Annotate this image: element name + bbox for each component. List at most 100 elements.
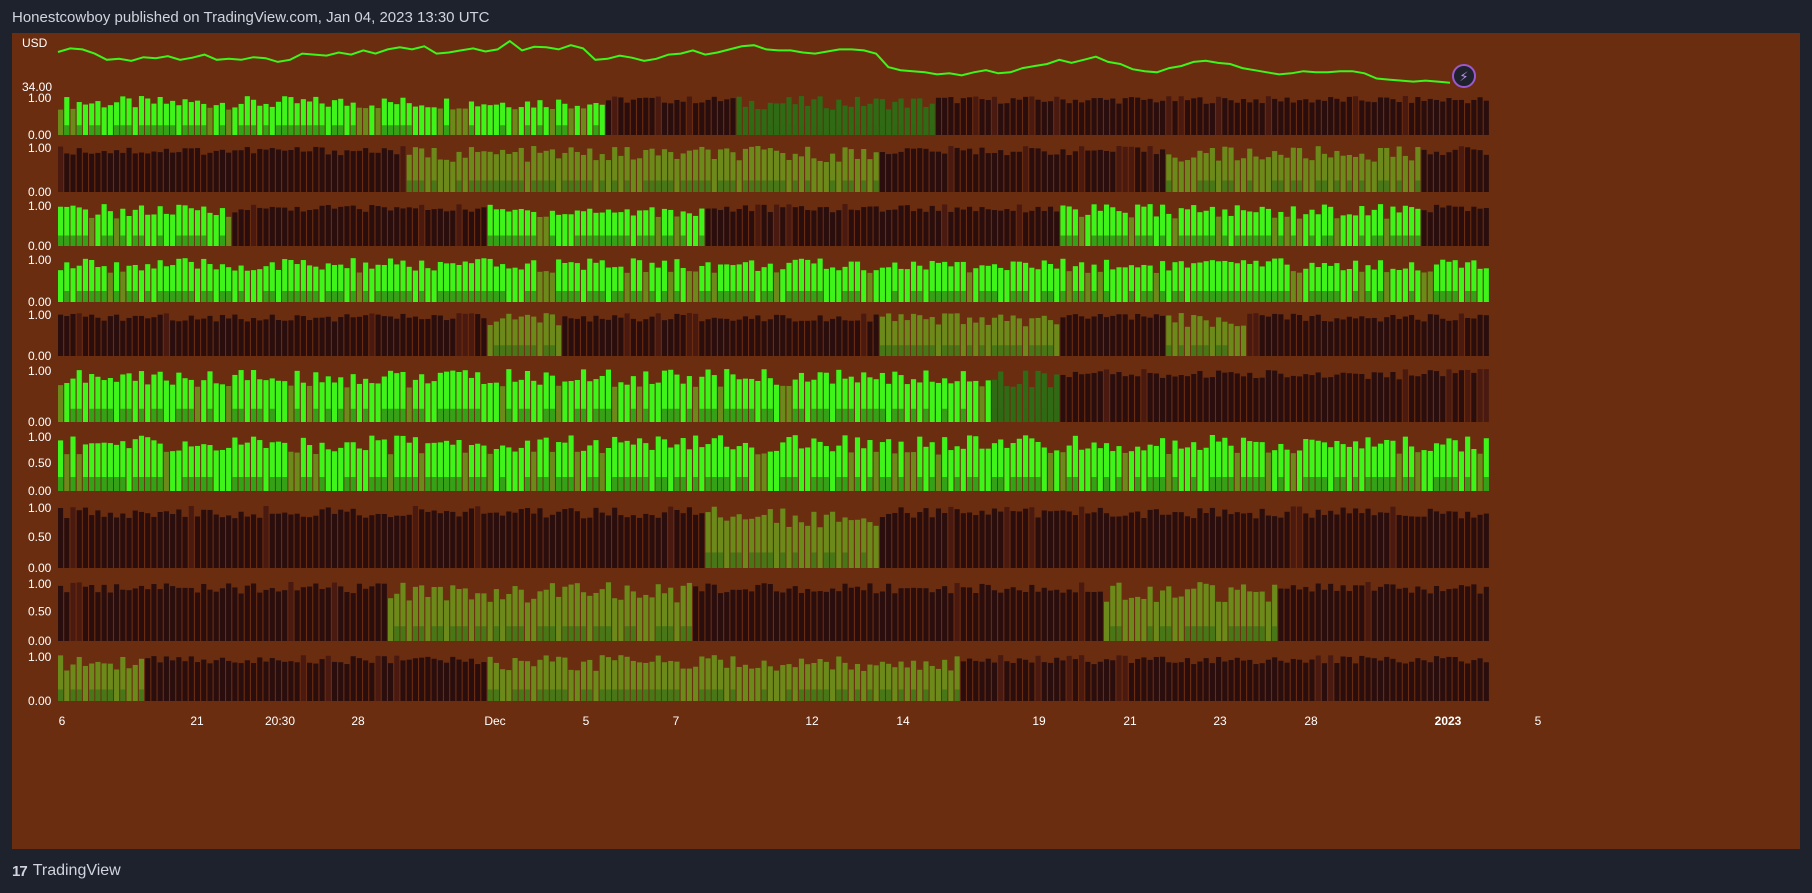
heat-bar [774, 591, 780, 641]
heat-bar-base [226, 291, 232, 302]
heat-bar [194, 268, 201, 302]
heat-bar [263, 208, 269, 246]
heat-bar [1440, 318, 1446, 356]
heat-bar [942, 97, 948, 135]
heat-bar [257, 105, 263, 135]
heat-bar [805, 525, 811, 568]
heat-bar [263, 589, 269, 641]
heat-bar-base [705, 689, 711, 701]
chart-area[interactable]: USD 34.00 ⚡ 1.00 0.00 1.00 0.00 1.00 0.00 1.00 0.0… [12, 33, 1800, 849]
heat-bar-base [668, 689, 674, 701]
heat-bar [213, 450, 219, 491]
heat-bar-base [767, 291, 773, 302]
heat-bar [1465, 103, 1471, 135]
x-tick-label: Dec [484, 714, 505, 728]
heat-bar-base [954, 477, 960, 491]
heat-bar-base [1390, 235, 1396, 246]
heat-bar [114, 150, 120, 192]
heat-bar-base [942, 689, 948, 701]
heat-bar [942, 586, 948, 641]
heat-bar [537, 508, 543, 568]
heat-bar-base [842, 689, 848, 701]
heat-bar [904, 452, 910, 491]
heat-bar [269, 106, 275, 135]
heat-bar-base [942, 345, 948, 356]
heat-bar-base [798, 291, 805, 302]
heat-bar [686, 668, 692, 701]
heat-bar-base [512, 235, 518, 246]
heat-bar-base [1265, 291, 1271, 302]
heat-bar [1066, 103, 1072, 135]
heat-bar-base [1377, 235, 1384, 246]
heat-bar [76, 313, 82, 356]
heat-bar-base [1091, 291, 1097, 302]
heat-bar [1247, 372, 1253, 422]
heat-bar [176, 105, 182, 135]
heat-bar [1023, 212, 1029, 246]
heat-bar [307, 385, 313, 422]
heat-bar [82, 152, 89, 192]
heat-bar [70, 314, 76, 356]
heat-bar [637, 158, 643, 192]
heat-bar [805, 381, 811, 422]
footer-brand[interactable]: 17 TradingView [12, 862, 121, 880]
heat-bar [369, 268, 375, 302]
heat-bar-base [624, 235, 630, 246]
heat-bar [1023, 326, 1029, 356]
heat-bar [400, 146, 406, 192]
heat-bar [1054, 450, 1060, 491]
heat-bar-base [1209, 291, 1215, 302]
heat-bar [780, 315, 786, 356]
heat-bar [219, 588, 225, 641]
publish-line: Honestcowboy published on TradingView.co… [12, 9, 490, 26]
heat-bar [1116, 372, 1122, 422]
heat-bar-base [774, 125, 780, 135]
heat-bar [879, 267, 885, 302]
heat-bar-base [1315, 180, 1321, 192]
heat-bar-base [1334, 291, 1340, 302]
heat-bar-base [1147, 291, 1153, 302]
heat-bar [138, 585, 145, 641]
heat-bar [425, 210, 431, 246]
heat-bar [1253, 99, 1259, 135]
x-tick-label: 21 [190, 714, 204, 728]
heat-bar-base [282, 291, 288, 302]
heat-bar [524, 161, 531, 192]
heat-bar [101, 151, 107, 192]
heat-bar-base [76, 689, 82, 701]
heat-bar-base [556, 689, 562, 701]
heat-bar [861, 207, 867, 246]
heat-bar-base [991, 345, 998, 356]
heat-bar-base [879, 689, 885, 701]
heat-bar [1321, 321, 1328, 356]
heat-bar [1440, 513, 1446, 568]
heat-bar-base [724, 291, 730, 302]
heat-bar [842, 583, 848, 641]
heat-bar-base [1116, 626, 1122, 641]
heat-bar-base [201, 477, 207, 491]
heat-bar-base [419, 291, 425, 302]
heat-bar-base [1010, 477, 1016, 491]
heat-bar [1153, 373, 1159, 422]
heat-bar [742, 664, 748, 701]
heat-bar-base [101, 477, 107, 491]
heat-bar-base [307, 291, 313, 302]
heat-bar [1097, 271, 1103, 302]
heat-bar-base [562, 477, 568, 491]
heat-bar [1085, 150, 1091, 192]
heat-bar [151, 656, 157, 701]
heat-bar-base [275, 477, 282, 491]
heat-bar-base [948, 345, 954, 356]
heat-bar [1160, 656, 1166, 701]
heat-bar [848, 520, 854, 568]
heat-bar [1296, 659, 1303, 701]
heat-bar-base [294, 291, 300, 302]
heat-bar [1265, 515, 1271, 568]
heat-bar [1054, 657, 1060, 701]
heat-bar-base [1247, 180, 1253, 192]
heat-bar [1066, 511, 1072, 568]
heat-bar [898, 588, 904, 641]
heat-bar [213, 105, 219, 135]
heat-bar [481, 662, 487, 701]
heat-bar-base [879, 125, 885, 135]
